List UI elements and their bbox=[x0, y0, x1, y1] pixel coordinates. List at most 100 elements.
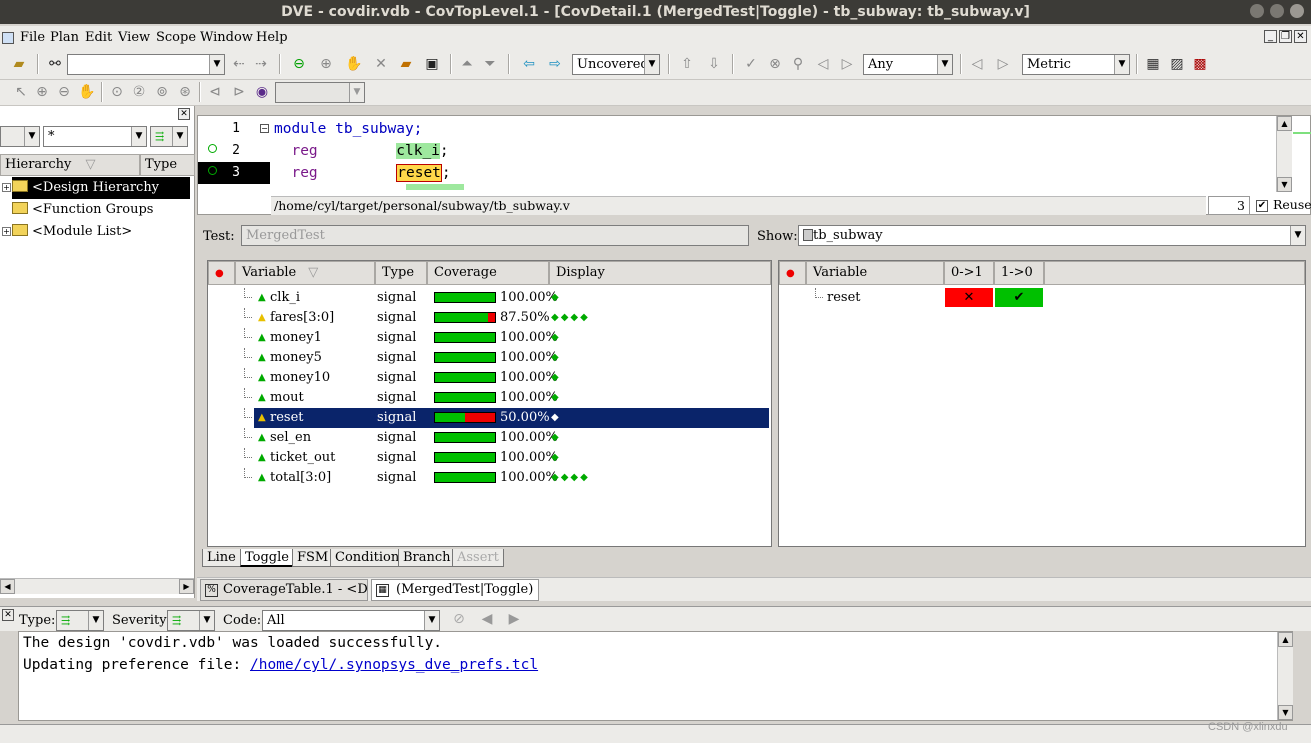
search-combo[interactable]: ▼ bbox=[67, 54, 225, 75]
chevron-down-icon[interactable]: ▼ bbox=[1114, 55, 1129, 74]
status-column-header[interactable]: ● bbox=[208, 261, 235, 285]
tab-line[interactable]: Line bbox=[202, 549, 241, 567]
toggle-row[interactable]: reset ✕ ✔ bbox=[779, 288, 1305, 308]
scroll-down-icon[interactable]: ▼ bbox=[1278, 705, 1293, 720]
console-close-icon[interactable]: ✕ bbox=[2, 609, 14, 621]
next-diamond-icon[interactable]: ▷ bbox=[838, 55, 856, 73]
expand-icon[interactable]: + bbox=[2, 227, 11, 236]
console-vertical-scrollbar[interactable]: ▲ ▼ bbox=[1277, 632, 1293, 720]
mdi-restore-icon[interactable]: ❐ bbox=[1279, 30, 1292, 43]
find-next-icon[interactable]: ⇢ bbox=[252, 55, 270, 73]
test-field[interactable]: MergedTest bbox=[241, 225, 749, 246]
plus-circle-icon[interactable]: ⊕ bbox=[317, 55, 335, 73]
next-metric-icon[interactable]: ▷ bbox=[994, 55, 1012, 73]
chevron-down-icon[interactable]: ▼ bbox=[209, 55, 224, 74]
zoom-area-icon[interactable]: ⊛ bbox=[176, 83, 194, 101]
chevron-down-icon[interactable]: ▼ bbox=[937, 55, 952, 74]
any-filter-select[interactable]: Any ▼ bbox=[863, 54, 953, 75]
chevron-down-icon[interactable]: ▼ bbox=[1290, 226, 1305, 245]
mdi-close-icon[interactable]: ✕ bbox=[1294, 30, 1307, 43]
fall-column-header[interactable]: 1->0 bbox=[994, 261, 1044, 285]
menu-scope[interactable]: Scope bbox=[156, 30, 196, 45]
chevron-down-icon[interactable]: ▼ bbox=[172, 127, 187, 146]
menu-plan[interactable]: Plan bbox=[50, 30, 79, 45]
tab-fsm[interactable]: FSM bbox=[292, 549, 334, 567]
scroll-up-icon[interactable]: ▲ bbox=[1278, 632, 1293, 647]
close-button[interactable] bbox=[1290, 4, 1304, 18]
delete-icon[interactable]: ✕ bbox=[372, 55, 390, 73]
show-select[interactable]: tb_subway ▼ bbox=[798, 225, 1306, 246]
table-row[interactable]: ▲ money5 signal 100.00% ◆ bbox=[208, 348, 769, 368]
binoculars-icon[interactable]: ⚯ bbox=[46, 55, 64, 73]
status-column-header[interactable]: ● bbox=[779, 261, 806, 285]
prev-message-icon[interactable]: ◀ bbox=[478, 610, 496, 628]
code-filter-select[interactable]: All ▼ bbox=[262, 610, 440, 631]
chevron-down-icon[interactable]: ▼ bbox=[24, 127, 39, 146]
stop-icon[interactable]: ⊘ bbox=[450, 610, 468, 628]
display-column-header[interactable]: Display bbox=[549, 261, 771, 285]
pointer-icon[interactable]: ↖ bbox=[12, 83, 30, 101]
rise-column-header[interactable]: 0->1 bbox=[944, 261, 994, 285]
minimize-button[interactable] bbox=[1250, 4, 1264, 18]
up-icon[interactable]: ⇧ bbox=[678, 55, 696, 73]
menu-help[interactable]: Help bbox=[256, 30, 288, 45]
chevron-down-icon[interactable]: ▼ bbox=[349, 83, 364, 102]
window-tab-coverage-table[interactable]: % CoverageTable.1 - <D... bbox=[200, 579, 368, 601]
source-vertical-scrollbar[interactable]: ▲ ▼ bbox=[1276, 116, 1292, 192]
hierarchy-scope-select[interactable]: ▼ bbox=[0, 126, 40, 147]
chevron-down-icon[interactable]: ▼ bbox=[424, 611, 439, 630]
table-row[interactable]: ▲ clk_i signal 100.00% ◆ bbox=[208, 288, 769, 308]
type-filter-select[interactable]: ⇶ ▼ bbox=[56, 610, 104, 631]
save-icon[interactable]: ▣ bbox=[423, 55, 441, 73]
table-row[interactable]: ▲ mout signal 100.00% ◆ bbox=[208, 388, 769, 408]
chevron-down-icon[interactable]: ▼ bbox=[199, 611, 214, 630]
arrow-left-icon[interactable]: ⇦ bbox=[520, 55, 538, 73]
collapse-icon[interactable]: − bbox=[260, 124, 269, 133]
variable-column-header[interactable]: Variable ▽ bbox=[235, 261, 375, 285]
chevron-down-icon[interactable]: ▼ bbox=[131, 127, 146, 146]
hierarchy-filter-input[interactable]: * ▼ bbox=[43, 126, 147, 147]
scroll-up-icon[interactable]: ▲ bbox=[1277, 116, 1292, 131]
back-icon[interactable]: ⊲ bbox=[206, 83, 224, 101]
chevron-down-icon[interactable]: ▼ bbox=[644, 55, 659, 74]
magnify-icon[interactable]: ◉ bbox=[253, 83, 271, 101]
scroll-right-icon[interactable]: ▶ bbox=[179, 579, 194, 594]
tab-toggle[interactable]: Toggle bbox=[240, 549, 294, 567]
tab-condition[interactable]: Condition bbox=[330, 549, 405, 567]
prefs-file-link[interactable]: /home/cyl/.synopsys_dve_prefs.tcl bbox=[250, 657, 538, 673]
arrow-right-icon[interactable]: ⇨ bbox=[546, 55, 564, 73]
type-column-header[interactable]: Type bbox=[375, 261, 427, 285]
next-message-icon[interactable]: ▶ bbox=[505, 610, 523, 628]
person-icon[interactable]: ⚲ bbox=[789, 55, 807, 73]
reuse-checkbox[interactable]: ✔ bbox=[1256, 200, 1268, 212]
tab-assert[interactable]: Assert bbox=[452, 549, 504, 567]
type-column-header[interactable]: Type bbox=[140, 154, 195, 176]
move-down-icon[interactable]: ⏷ bbox=[481, 55, 499, 73]
metric-select[interactable]: Metric ▼ bbox=[1022, 54, 1130, 75]
minus-circle-icon[interactable]: ⊖ bbox=[290, 55, 308, 73]
hierarchy-horizontal-scrollbar[interactable]: ◀ ▶ bbox=[0, 578, 194, 594]
prev-metric-icon[interactable]: ◁ bbox=[968, 55, 986, 73]
report-icon[interactable]: ▩ bbox=[1191, 55, 1209, 73]
x-circle-icon[interactable]: ⊗ bbox=[766, 55, 784, 73]
table-row[interactable]: ▲ total[3:0] signal 100.00% ◆◆◆◆ bbox=[208, 468, 769, 488]
toggle-variable-header[interactable]: Variable bbox=[806, 261, 944, 285]
line-number-field[interactable]: 3 bbox=[1208, 196, 1250, 215]
tab-branch[interactable]: Branch bbox=[398, 549, 456, 567]
open-folder-icon[interactable]: ▰ bbox=[10, 55, 28, 73]
window-tab-detail[interactable]: ▦ (MergedTest|Toggle) ... bbox=[371, 579, 539, 601]
hierarchy-type-select[interactable]: ⇶ ▼ bbox=[150, 126, 188, 147]
expand-icon[interactable]: + bbox=[2, 183, 11, 192]
table-row[interactable]: ▲ reset signal 50.00% ◆ bbox=[208, 408, 769, 428]
tree-item-function-groups[interactable]: <Function Groups bbox=[12, 199, 153, 221]
mdi-minimize-icon[interactable]: _ bbox=[1264, 30, 1277, 43]
coverage-filter-select[interactable]: Uncovered ▼ bbox=[572, 54, 660, 75]
table-icon[interactable]: ▦ bbox=[1144, 55, 1162, 73]
table-row[interactable]: ▲ money1 signal 100.00% ◆ bbox=[208, 328, 769, 348]
down-icon[interactable]: ⇩ bbox=[705, 55, 723, 73]
table-row[interactable]: ▲ money10 signal 100.00% ◆ bbox=[208, 368, 769, 388]
chevron-down-icon[interactable]: ▼ bbox=[88, 611, 103, 630]
zoom-level-select[interactable]: ▼ bbox=[275, 82, 365, 103]
menu-view[interactable]: View bbox=[118, 30, 150, 45]
zoom-full-icon[interactable]: ⊚ bbox=[153, 83, 171, 101]
